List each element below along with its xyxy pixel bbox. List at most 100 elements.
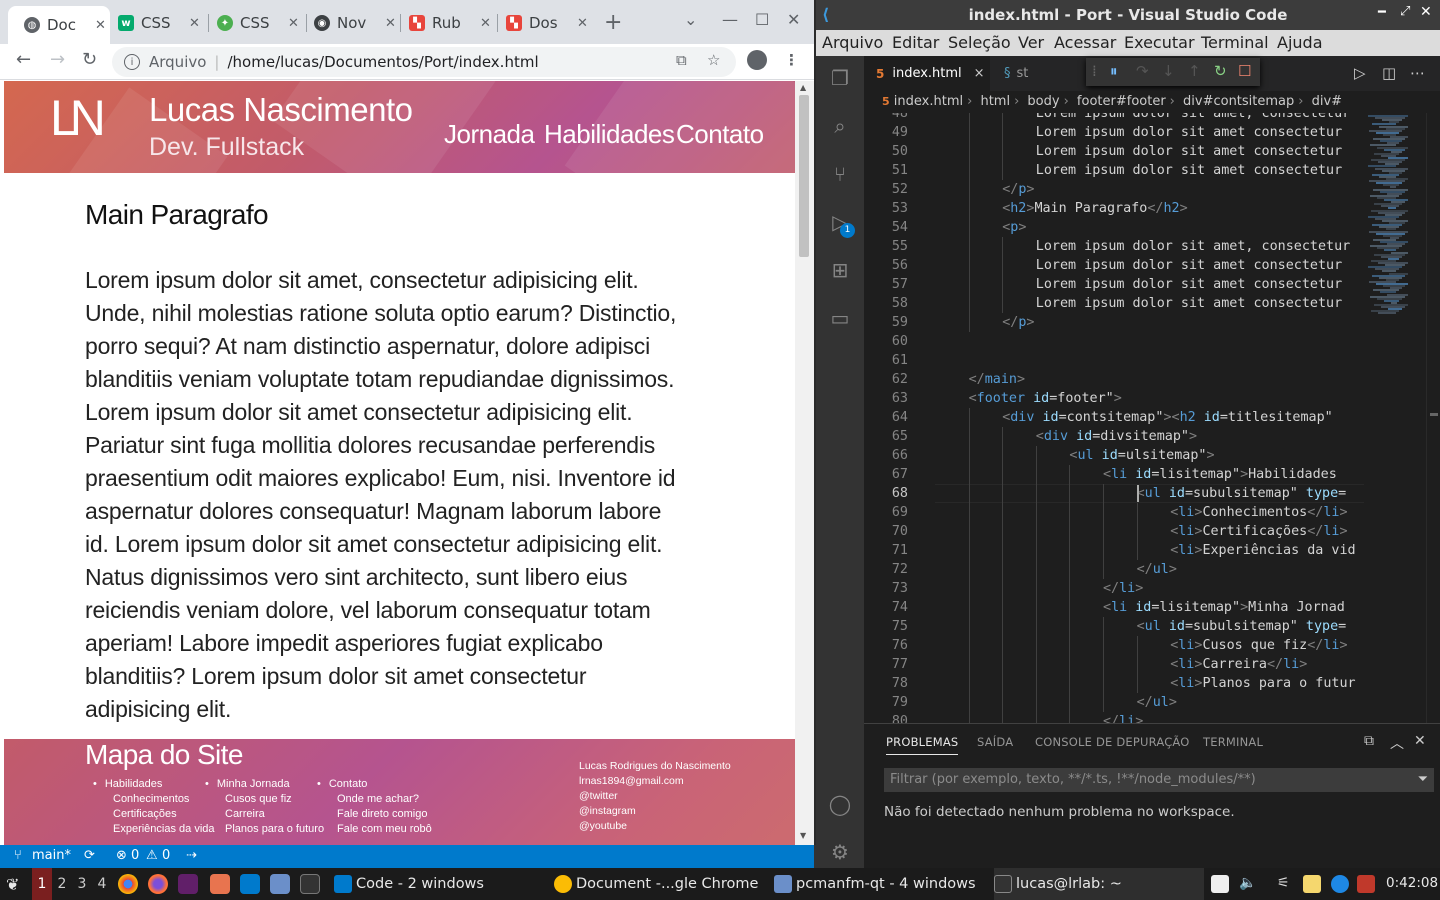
close-tab-icon[interactable]: ✕ bbox=[288, 16, 299, 31]
menu-arquivo[interactable]: Arquivo bbox=[822, 33, 883, 52]
task-terminal[interactable]: lucas@lrlab: ~ bbox=[994, 868, 1204, 900]
maximize-panel-icon[interactable]: ⧉ bbox=[1364, 733, 1374, 749]
browser-tab[interactable]: ◉ Nov ✕ bbox=[314, 8, 396, 38]
code-line[interactable]: 67 <li id=lisitemap">Habilidades bbox=[864, 465, 1364, 484]
browser-tab-active[interactable]: ◍ Doc ✕ bbox=[8, 6, 110, 44]
branch-icon[interactable]: ⑂ bbox=[14, 848, 22, 863]
updates-icon[interactable] bbox=[1331, 875, 1349, 893]
menu-ajuda[interactable]: Ajuda bbox=[1277, 33, 1323, 52]
back-arrow-icon[interactable]: ← bbox=[16, 49, 31, 70]
sitemap-sublink[interactable]: Conhecimentos bbox=[93, 792, 215, 807]
code-line[interactable]: 70 <li>Certificações</li> bbox=[864, 522, 1364, 541]
problems-filter-input[interactable]: Filtrar (por exemplo, texto, **/*.ts, !*… bbox=[884, 768, 1434, 792]
code-line[interactable]: 63 <footer id=footer"> bbox=[864, 389, 1364, 408]
sitemap-sublink[interactable]: Experiências da vida bbox=[93, 822, 215, 837]
browser-tab[interactable]: ▚ Dos ✕ bbox=[506, 8, 588, 38]
sitemap-sublink[interactable]: Fale direto comigo bbox=[317, 807, 432, 822]
code-line[interactable]: 57 Lorem ipsum dolor sit amet consectetur bbox=[864, 275, 1364, 294]
code-line[interactable]: 61 bbox=[864, 351, 1364, 370]
task-chrome[interactable]: Document -...gle Chrome bbox=[554, 868, 758, 900]
menu-ver[interactable]: Ver bbox=[1018, 33, 1044, 52]
code-line[interactable]: 58 Lorem ipsum dolor sit amet consectetur bbox=[864, 294, 1364, 313]
clipboard-icon[interactable] bbox=[1211, 875, 1229, 893]
info-icon[interactable]: i bbox=[124, 54, 140, 70]
code-line[interactable]: 51 Lorem ipsum dolor sit amet consectetur bbox=[864, 161, 1364, 180]
code-line[interactable]: 62 </main> bbox=[864, 370, 1364, 389]
forward-arrow-icon[interactable]: → bbox=[50, 49, 65, 70]
code-line[interactable]: 74 <li id=lisitemap">Minha Jornad bbox=[864, 598, 1364, 617]
live-share-icon[interactable]: ⇢ bbox=[186, 848, 197, 863]
browser-tab[interactable]: ✦ CSS ✕ bbox=[217, 8, 299, 38]
panel-tab-console[interactable]: CONSOLE DE DEPURAÇÃO bbox=[1035, 735, 1190, 749]
search-icon[interactable]: ⌕ bbox=[828, 114, 852, 138]
close-panel-icon[interactable]: ✕ bbox=[1414, 733, 1426, 749]
sitemap-sublink[interactable]: Certificações bbox=[93, 807, 215, 822]
sitemap-link[interactable]: Habilidades bbox=[93, 777, 215, 792]
panel-tab-saida[interactable]: SAÍDA bbox=[977, 735, 1013, 749]
code-line[interactable]: 65 <div id=divsitemap"> bbox=[864, 427, 1364, 446]
translate-icon[interactable]: ⧉ bbox=[676, 51, 687, 69]
slack-launcher-icon[interactable] bbox=[178, 874, 198, 894]
code-line[interactable]: 53 <h2>Main Paragrafo</h2> bbox=[864, 199, 1364, 218]
code-line[interactable]: 75 <ul id=subulsitemap" type= bbox=[864, 617, 1364, 636]
restore-icon[interactable]: ⤢ bbox=[1400, 4, 1410, 19]
code-line[interactable]: 48 Lorem ipsum dolor sit amet, consectetu… bbox=[864, 113, 1364, 123]
chevron-up-icon[interactable]: ︿ bbox=[1390, 733, 1404, 753]
breadcrumb-item[interactable]: footer#footer bbox=[1077, 94, 1166, 109]
site-logo[interactable]: LN bbox=[50, 89, 106, 147]
postman-launcher-icon[interactable] bbox=[210, 874, 230, 894]
more-actions-icon[interactable]: ⋯ bbox=[1410, 64, 1425, 82]
code-line[interactable]: 79 </ul> bbox=[864, 693, 1364, 712]
sitemap-link[interactable]: Contato bbox=[317, 777, 432, 792]
sitemap-link[interactable]: Minha Jornada bbox=[205, 777, 324, 792]
nav-link-contato[interactable]: Contato bbox=[676, 119, 764, 150]
minimize-icon[interactable]: — bbox=[722, 10, 738, 29]
contact-instagram[interactable]: @instagram bbox=[579, 804, 731, 819]
reload-icon[interactable]: ↻ bbox=[82, 49, 97, 70]
panel-tab-problemas[interactable]: PROBLEMAS bbox=[886, 735, 959, 755]
close-tab-icon[interactable]: × bbox=[974, 66, 985, 81]
pause-icon[interactable]: ⏸ bbox=[1110, 62, 1118, 80]
stop-icon[interactable]: ☐ bbox=[1238, 62, 1251, 80]
code-line[interactable]: 77 <li>Carreira</li> bbox=[864, 655, 1364, 674]
minimap[interactable] bbox=[1364, 113, 1426, 723]
code-line[interactable]: 72 </ul> bbox=[864, 560, 1364, 579]
breadcrumb-item[interactable]: div# bbox=[1312, 94, 1342, 109]
browser-tab[interactable]: w CSS ✕ bbox=[118, 8, 200, 38]
browser-tab[interactable]: ▚ Rub ✕ bbox=[409, 8, 491, 38]
task-vscode[interactable]: Code - 2 windows bbox=[334, 868, 484, 900]
sitemap-sublink[interactable]: Planos para o futuro bbox=[205, 822, 324, 837]
new-tab-button[interactable]: + bbox=[604, 10, 622, 35]
close-window-icon[interactable]: ✕ bbox=[1420, 4, 1432, 20]
code-line[interactable]: 60 bbox=[864, 332, 1364, 351]
error-count[interactable]: 0 bbox=[131, 848, 139, 863]
folder-icon[interactable]: ▭ bbox=[828, 306, 852, 330]
battery-icon[interactable] bbox=[1357, 875, 1375, 893]
network-icon[interactable]: ⚟ bbox=[1277, 875, 1295, 893]
address-bar[interactable]: i Arquivo | /home/lucas/Documentos/Port/… bbox=[112, 47, 736, 77]
breadcrumb-item[interactable]: index.html bbox=[894, 94, 963, 109]
menu-selecao[interactable]: Seleção bbox=[948, 33, 1011, 52]
settings-gear-icon[interactable]: ⚙ bbox=[828, 840, 852, 864]
contact-youtube[interactable]: @youtube bbox=[579, 819, 731, 834]
panel-tab-terminal[interactable]: TERMINAL bbox=[1203, 735, 1263, 749]
workspace-2[interactable]: 2 bbox=[52, 868, 72, 900]
code-line[interactable]: 59 </p> bbox=[864, 313, 1364, 332]
source-control-icon[interactable]: ⑂ bbox=[828, 162, 852, 186]
maximize-icon[interactable]: ☐ bbox=[755, 10, 769, 29]
bookmark-star-icon[interactable]: ☆ bbox=[707, 51, 720, 69]
editor-tab-index-html[interactable]: 5 index.html × bbox=[864, 56, 990, 91]
code-line[interactable]: 78 <li>Planos para o futur bbox=[864, 674, 1364, 693]
scrollbar-thumb[interactable] bbox=[799, 95, 809, 257]
git-branch[interactable]: main* bbox=[32, 848, 71, 863]
menu-executar[interactable]: Executar bbox=[1124, 33, 1195, 52]
code-line[interactable]: 56 Lorem ipsum dolor sit amet consectetur bbox=[864, 256, 1364, 275]
scroll-down-icon[interactable]: ▼ bbox=[800, 831, 806, 840]
step-over-icon[interactable]: ↷ bbox=[1136, 62, 1149, 80]
vscode-launcher-icon[interactable] bbox=[240, 874, 260, 894]
close-tab-icon[interactable]: ✕ bbox=[189, 16, 200, 31]
sitemap-sublink[interactable]: Carreira bbox=[205, 807, 324, 822]
contact-email[interactable]: lrnas1894@gmail.com bbox=[579, 774, 731, 789]
files-launcher-icon[interactable] bbox=[270, 874, 290, 894]
profile-avatar-icon[interactable] bbox=[747, 50, 767, 70]
